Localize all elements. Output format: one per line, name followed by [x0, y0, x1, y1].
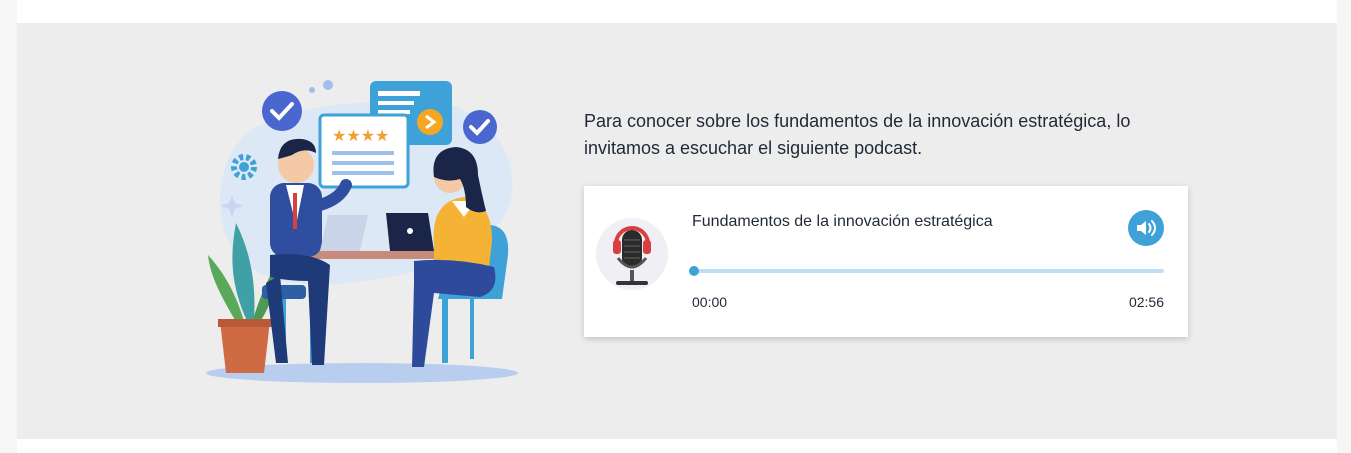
progress-bar[interactable] — [689, 266, 1164, 276]
progress-handle[interactable] — [689, 266, 699, 276]
volume-button[interactable] — [1128, 210, 1164, 246]
microphone-icon — [613, 226, 651, 285]
intro-text: Para conocer sobre los fundamentos de la… — [584, 111, 1131, 158]
page: ★★★★ Para conocer sobre los fundamentos … — [0, 0, 1351, 453]
next-card — [17, 439, 1337, 453]
track-title: Fundamentos de la innovación estratégica — [692, 213, 993, 230]
previous-card — [17, 0, 1337, 23]
svg-text:★★★★: ★★★★ — [332, 126, 389, 145]
audio-player: Fundamentos de la innovación estratégica… — [584, 186, 1188, 337]
podcast-cover — [596, 218, 668, 290]
business-meeting-illustration: ★★★★ — [200, 55, 530, 390]
total-time: 02:56 — [1128, 294, 1164, 310]
current-time: 00:00 — [692, 294, 728, 310]
volume-icon — [1137, 220, 1156, 236]
